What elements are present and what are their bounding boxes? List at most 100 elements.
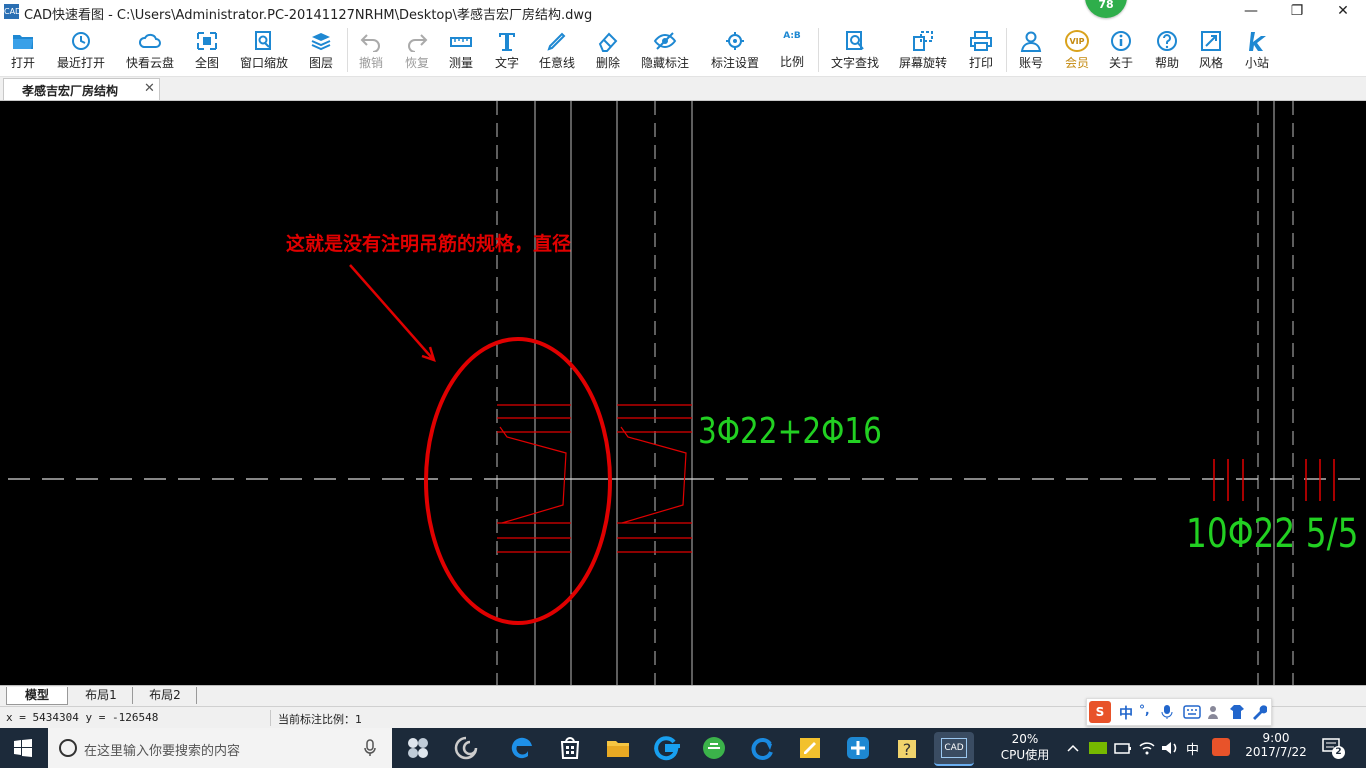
annotation-settings-button[interactable]: 标注设置	[706, 26, 764, 74]
crosshair-app-icon[interactable]	[842, 732, 874, 764]
ime-language[interactable]: 中	[1119, 703, 1133, 723]
delete-button[interactable]: 删除	[588, 26, 628, 74]
users-icon[interactable]	[1207, 704, 1223, 720]
restore-button[interactable]: ❐	[1274, 0, 1320, 24]
open-button[interactable]: 打开	[0, 26, 46, 74]
ime-punctuation[interactable]: °,	[1139, 703, 1150, 717]
toolbar-separator	[818, 28, 819, 72]
refresh-app-icon[interactable]	[746, 732, 778, 764]
clock[interactable]: 9:00 2017/7/22	[1240, 728, 1312, 768]
layout-tab-2[interactable]: 布局2	[134, 687, 197, 704]
taskbar-search[interactable]: 在这里输入你要搜索的内容	[48, 728, 392, 768]
skin-icon[interactable]	[1229, 704, 1245, 720]
layers-icon	[311, 33, 331, 51]
taskbar: 在这里输入你要搜索的内容 ? CAD 20% CPU使用 中 9:00 2017…	[0, 728, 1366, 768]
window-zoom-button[interactable]: 窗口缩放	[236, 26, 292, 74]
notification-center-icon[interactable]: 2	[1322, 738, 1348, 759]
mic-icon[interactable]	[364, 739, 376, 757]
recent-button[interactable]: 最近打开	[50, 26, 112, 74]
help-button[interactable]: 帮助	[1148, 26, 1186, 74]
keyboard-icon[interactable]	[1183, 705, 1201, 719]
redo-icon	[408, 34, 428, 52]
eye-off-icon	[653, 32, 677, 50]
palette-icon	[1201, 31, 1221, 51]
pen-icon	[547, 32, 566, 51]
toolbar-separator	[1006, 28, 1007, 72]
windows-start-icon[interactable]	[14, 739, 32, 757]
search-text-icon	[846, 31, 864, 50]
text-icon	[499, 33, 515, 51]
wifi-icon[interactable]	[1138, 740, 1156, 756]
input-language[interactable]: 中	[1186, 739, 1199, 779]
undo-button[interactable]: 撤销	[352, 26, 390, 74]
window-title: CAD快速看图 - C:\Users\Administrator.PC-2014…	[24, 8, 593, 23]
title-bar: CAD CAD快速看图 - C:\Users\Administrator.PC-…	[0, 0, 1366, 24]
zoom-icon	[255, 31, 271, 50]
document-tab[interactable]: 孝感吉宏厂房结构 ✕	[3, 78, 160, 100]
notification-count: 2	[1332, 746, 1345, 759]
microphone-icon[interactable]	[1161, 704, 1173, 720]
battery-icon[interactable]	[1114, 740, 1132, 756]
show-hidden-icons-icon[interactable]	[1066, 739, 1080, 757]
nvidia-icon[interactable]	[1088, 740, 1108, 756]
annotation-scale: 当前标注比例：1	[278, 713, 362, 726]
sogou-tray-icon[interactable]	[1212, 738, 1230, 758]
ruler-icon	[450, 37, 472, 47]
drawing-svg	[8, 101, 1366, 685]
info-icon	[1111, 31, 1131, 51]
user-icon	[1020, 31, 1042, 52]
ratio-button[interactable]: A:B 比例	[772, 26, 812, 74]
browser-g-icon[interactable]	[650, 732, 682, 764]
text-button[interactable]: 文字	[488, 26, 526, 74]
notes-app-icon[interactable]	[794, 732, 826, 764]
layout-tab-model[interactable]: 模型	[6, 687, 68, 705]
layout-tab-1[interactable]: 布局1	[70, 687, 133, 704]
printer-icon	[970, 31, 992, 51]
cloud-icon	[138, 33, 161, 48]
ratio-icon: A:B	[783, 31, 801, 41]
close-tab-icon[interactable]: ✕	[144, 81, 155, 96]
hide-annotation-button[interactable]: 隐藏标注	[636, 26, 694, 74]
drawing-canvas[interactable]: 这就是没有注明吊筋的规格，直径 3Φ22+2Φ16 10Φ22 5/5	[0, 101, 1366, 685]
edge-browser-icon[interactable]	[506, 732, 538, 764]
freeline-button[interactable]: 任意线	[534, 26, 580, 74]
text-search-button[interactable]: 文字查找	[826, 26, 884, 74]
cad-app-icon[interactable]: CAD	[934, 732, 974, 766]
toolbar: 打开 最近打开 快看云盘 全图 窗口缩放 图层 撤销 恢复 测量 文字 任意线	[0, 24, 1366, 77]
settings-icon	[726, 32, 744, 50]
performance-badge[interactable]: 78	[1085, 0, 1127, 18]
full-view-button[interactable]: 全图	[186, 26, 228, 74]
close-button[interactable]: ✕	[1320, 0, 1366, 24]
document-tab-strip: 孝感吉宏厂房结构 ✕	[0, 77, 1366, 101]
help-app-icon[interactable]: ?	[890, 732, 922, 764]
sogou-logo-icon[interactable]: S	[1089, 701, 1111, 723]
annotation-text: 这就是没有注明吊筋的规格，直径	[286, 233, 572, 255]
minimize-button[interactable]: —	[1228, 0, 1274, 24]
site-button[interactable]: 小站	[1238, 26, 1276, 74]
search-placeholder: 在这里输入你要搜索的内容	[84, 744, 241, 759]
status-separator	[270, 710, 271, 726]
store-icon[interactable]	[554, 732, 586, 764]
measure-button[interactable]: 测量	[442, 26, 480, 74]
swirl-app-icon[interactable]	[450, 732, 482, 764]
cloud-button[interactable]: 快看云盘	[120, 26, 180, 74]
rotate-icon	[913, 31, 933, 51]
rotate-screen-button[interactable]: 屏幕旋转	[894, 26, 952, 74]
layer-button[interactable]: 图层	[300, 26, 342, 74]
cpu-usage-widget[interactable]: 20% CPU使用	[996, 728, 1054, 768]
volume-icon[interactable]	[1160, 740, 1180, 756]
print-button[interactable]: 打印	[962, 26, 1000, 74]
green-browser-icon[interactable]	[698, 732, 730, 764]
task-view-icon[interactable]	[402, 732, 434, 764]
file-explorer-icon[interactable]	[602, 732, 634, 764]
about-button[interactable]: 关于	[1102, 26, 1140, 74]
account-button[interactable]: 账号	[1012, 26, 1050, 74]
wrench-icon[interactable]	[1251, 704, 1267, 720]
redo-button[interactable]: 恢复	[398, 26, 436, 74]
cortana-icon	[59, 739, 77, 757]
vip-button[interactable]: VIP 会员	[1058, 26, 1096, 74]
rebar-label-bottom: 10Φ22 5/5	[1186, 511, 1359, 557]
style-button[interactable]: 风格	[1192, 26, 1230, 74]
history-icon	[72, 32, 90, 50]
document-tab-title: 孝感吉宏厂房结构	[22, 84, 119, 98]
